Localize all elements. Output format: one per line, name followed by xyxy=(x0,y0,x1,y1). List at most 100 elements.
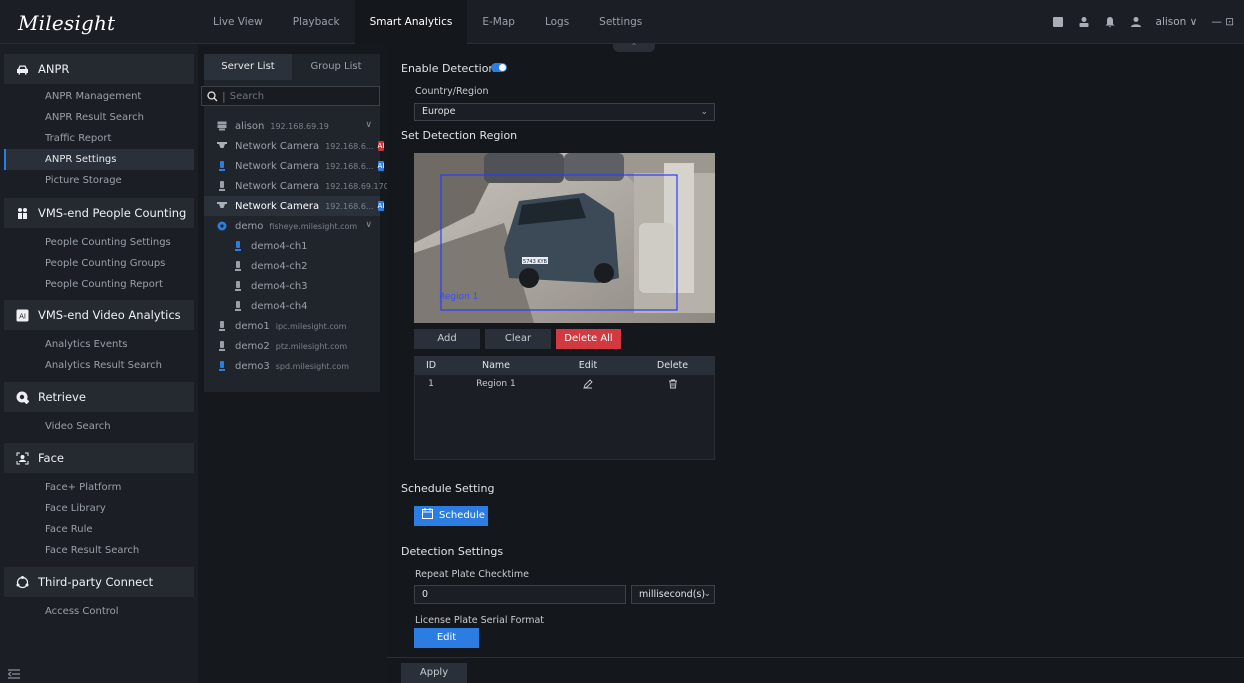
window-controls[interactable]: — ⊡ xyxy=(1211,16,1234,28)
nav-settings[interactable]: Settings xyxy=(584,0,657,44)
device-tree-item[interactable]: demo fisheye.milesight.com ∨ xyxy=(204,216,380,236)
sidebar-item-anpr-settings[interactable]: ANPR Settings xyxy=(4,149,194,170)
section-third-party: Third-party Connect Access Control xyxy=(4,567,194,622)
ai-badge: AI xyxy=(377,161,385,171)
schedule-button[interactable]: Schedule xyxy=(414,506,488,526)
bullet-camera-icon xyxy=(233,301,243,311)
nav-playback[interactable]: Playback xyxy=(278,0,355,44)
repeat-checktime-input[interactable]: 0 xyxy=(414,585,626,604)
country-label: Country/Region xyxy=(415,86,489,97)
sidebar-item-picture-storage[interactable]: Picture Storage xyxy=(4,170,194,191)
section-head-third-party[interactable]: Third-party Connect xyxy=(4,567,194,597)
section-anpr: ANPR ANPR Management ANPR Result Search … xyxy=(4,54,194,191)
device-tree-item[interactable]: Network Camera 192.168.6... AI xyxy=(204,156,385,176)
enable-detection-toggle[interactable] xyxy=(491,63,507,72)
edit-serial-format-button[interactable]: Edit xyxy=(414,628,479,648)
device-label: demo4-ch1 xyxy=(251,240,308,252)
tab-server-list[interactable]: Server List xyxy=(204,54,292,80)
bullet-camera-icon xyxy=(217,321,227,331)
top-right-tools: alison ∨ — ⊡ xyxy=(1052,0,1234,44)
device-label: demo3 xyxy=(235,360,270,372)
connect-icon xyxy=(16,575,29,589)
screen-icon[interactable] xyxy=(1052,16,1064,28)
sidebar-item-face-platform[interactable]: Face+ Platform xyxy=(4,477,194,498)
device-tree-item[interactable]: demo1 ipc.milesight.com xyxy=(204,316,380,336)
svg-text:AI: AI xyxy=(19,312,26,320)
section-face: Face Face+ Platform Face Library Face Ru… xyxy=(4,443,194,561)
device-tree-item[interactable]: Network Camera 192.168.6... AI xyxy=(204,196,385,216)
detection-video-preview[interactable]: 5743 KYB Region 1 xyxy=(414,153,715,323)
device-tree-item[interactable]: Network Camera 192.168.6... AI xyxy=(204,136,385,156)
download-user-icon[interactable] xyxy=(1078,16,1090,28)
row-id: 1 xyxy=(428,379,434,389)
section-head-people-counting[interactable]: VMS-end People Counting xyxy=(4,198,194,228)
ai-badge: AI xyxy=(377,141,385,151)
retrieve-icon xyxy=(16,391,29,404)
collapse-handle[interactable]: ^ xyxy=(613,44,655,52)
device-tree-item[interactable]: demo2 ptz.milesight.com xyxy=(204,336,380,356)
section-video-analytics: AI VMS-end Video Analytics Analytics Eve… xyxy=(4,300,194,376)
device-tree-item[interactable]: demo3 spd.milesight.com xyxy=(204,356,380,376)
country-select[interactable]: Europe ⌄ xyxy=(414,103,715,121)
sidebar-item-video-search[interactable]: Video Search xyxy=(4,416,194,437)
edit-region-button[interactable] xyxy=(545,375,631,393)
device-search-input[interactable]: | Search xyxy=(201,86,380,106)
sidebar-item-face-rule[interactable]: Face Rule xyxy=(4,519,194,540)
device-tree-item[interactable]: demo4-ch2 xyxy=(204,256,380,276)
device-address: 192.168.69.170 xyxy=(325,181,389,191)
nav-live-view[interactable]: Live View xyxy=(198,0,278,44)
region-table-header: ID Name Edit Delete xyxy=(415,357,714,375)
delete-region-button[interactable] xyxy=(631,375,714,393)
nav-e-map[interactable]: E-Map xyxy=(467,0,530,44)
sidebar-item-people-counting-report[interactable]: People Counting Report xyxy=(4,274,194,295)
section-head-face[interactable]: Face xyxy=(4,443,194,473)
sidebar-item-access-control[interactable]: Access Control xyxy=(4,601,194,622)
sidebar: ANPR ANPR Management ANPR Result Search … xyxy=(0,44,198,683)
camera-scene-image: 5743 KYB Region 1 xyxy=(414,153,715,323)
sidebar-item-face-library[interactable]: Face Library xyxy=(4,498,194,519)
repeat-checktime-label: Repeat Plate Checktime xyxy=(415,569,529,580)
collapse-menu-icon[interactable] xyxy=(7,669,20,679)
add-button[interactable]: Add xyxy=(414,329,480,349)
sidebar-item-people-counting-groups[interactable]: People Counting Groups xyxy=(4,253,194,274)
chevron-down-icon[interactable]: ∨ xyxy=(365,220,372,230)
tab-group-list[interactable]: Group List xyxy=(292,54,380,80)
apply-button[interactable]: Apply xyxy=(401,663,467,683)
calendar-icon xyxy=(422,508,433,519)
repeat-unit-select[interactable]: millisecond(s) ⌄ xyxy=(631,585,715,604)
top-navigation: Live View Playback Smart Analytics E-Map… xyxy=(198,0,657,44)
bullet-camera-icon xyxy=(233,241,243,251)
bell-icon[interactable] xyxy=(1104,16,1116,28)
section-head-anpr[interactable]: ANPR xyxy=(4,54,194,84)
chevron-down-icon[interactable]: ∨ xyxy=(365,120,372,130)
milesight-logo: Milesight xyxy=(18,11,116,35)
device-tree-item[interactable]: demo4-ch4 xyxy=(204,296,380,316)
sidebar-item-analytics-result-search[interactable]: Analytics Result Search xyxy=(4,355,194,376)
sidebar-item-people-counting-settings[interactable]: People Counting Settings xyxy=(4,232,194,253)
user-menu[interactable]: alison ∨ xyxy=(1156,16,1198,28)
nav-logs[interactable]: Logs xyxy=(530,0,584,44)
sidebar-item-anpr-result-search[interactable]: ANPR Result Search xyxy=(4,107,194,128)
bullet-camera-icon xyxy=(217,361,227,371)
section-head-video-analytics[interactable]: AI VMS-end Video Analytics xyxy=(4,300,194,330)
device-tree-item[interactable]: demo4-ch3 xyxy=(204,276,380,296)
device-address: ptz.milesight.com xyxy=(275,341,348,351)
device-label: demo4-ch3 xyxy=(251,280,308,292)
dome-camera-icon xyxy=(217,141,227,151)
section-title: ANPR xyxy=(38,62,70,76)
device-tree-item[interactable]: demo4-ch1 xyxy=(204,236,380,256)
bullet-camera-icon xyxy=(233,281,243,291)
clear-button[interactable]: Clear xyxy=(485,329,551,349)
section-head-retrieve[interactable]: Retrieve xyxy=(4,382,194,412)
delete-all-button[interactable]: Delete All xyxy=(556,329,621,349)
sidebar-item-face-result-search[interactable]: Face Result Search xyxy=(4,540,194,561)
sidebar-item-anpr-management[interactable]: ANPR Management xyxy=(4,86,194,107)
ai-badge: AI xyxy=(377,201,385,211)
device-address: 192.168.6... xyxy=(325,161,374,171)
chevron-down-icon: ⌄ xyxy=(700,107,708,117)
device-tree-item[interactable]: alison 192.168.69.19 ∨ xyxy=(204,116,380,136)
sidebar-item-traffic-report[interactable]: Traffic Report xyxy=(4,128,194,149)
sidebar-item-analytics-events[interactable]: Analytics Events xyxy=(4,334,194,355)
device-tree-item[interactable]: Network Camera 192.168.69.170 xyxy=(204,176,389,196)
nav-smart-analytics[interactable]: Smart Analytics xyxy=(354,0,468,44)
